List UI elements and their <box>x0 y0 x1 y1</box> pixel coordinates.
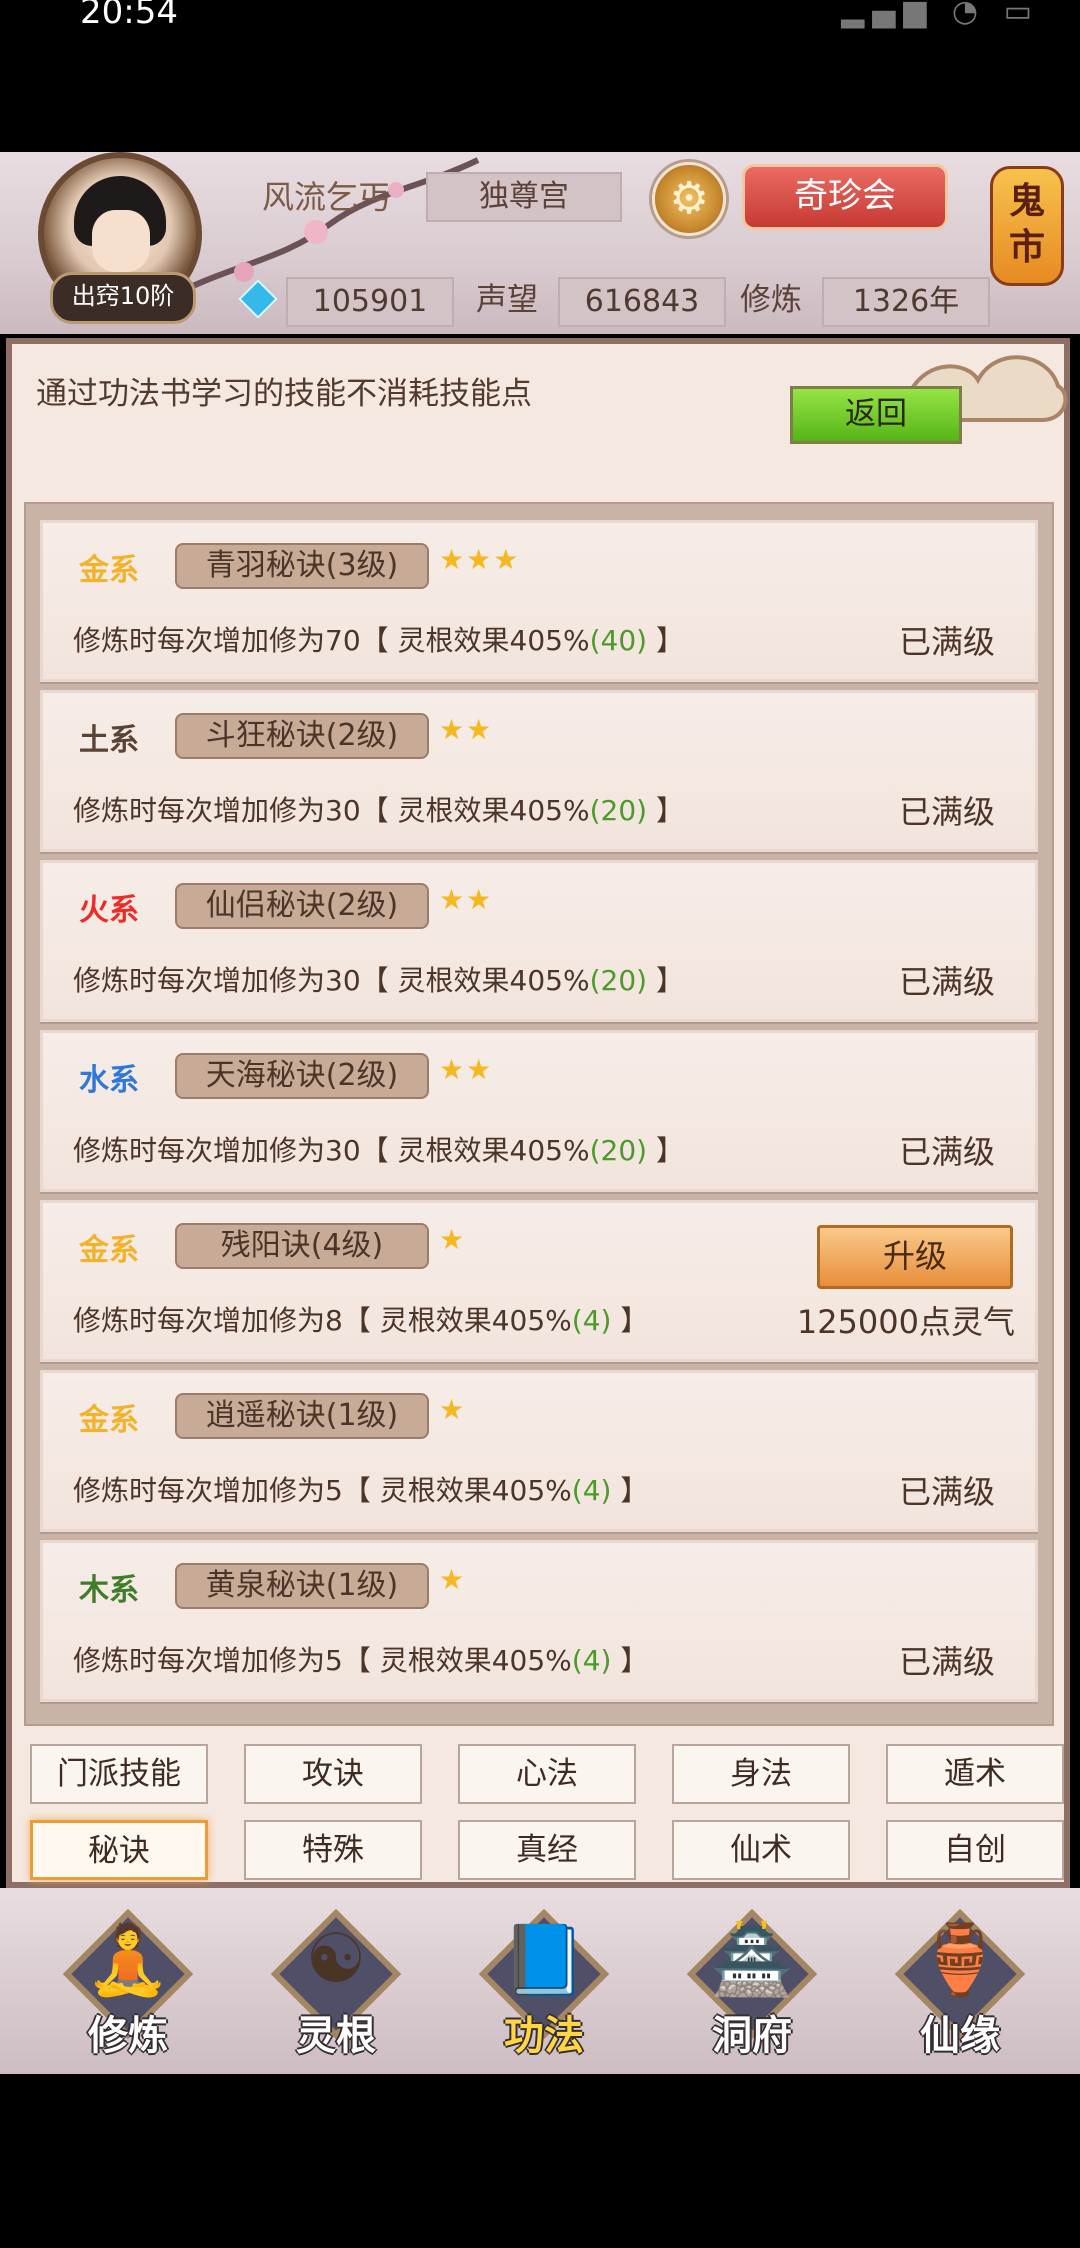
skill-card: 土系 斗狂秘诀(2级) ★★ 修炼时每次增加修为30【 灵根效果405%(20)… <box>40 690 1038 852</box>
book-icon: 📘 <box>501 1921 587 2000</box>
skills-panel: 通过功法书学习的技能不消耗技能点 返回 金系 青羽秘诀(3级) ★★★ 修炼时每… <box>6 338 1070 1888</box>
ghost-market-lantern[interactable]: 鬼市 <box>990 166 1064 286</box>
spirit-root-icon: ☯ <box>305 1920 367 1999</box>
skill-name: 残阳诀(4级) <box>175 1223 429 1269</box>
upgrade-cost: 125000点灵气 <box>796 1303 1015 1341</box>
gourd-icon: 🏺 <box>917 1921 1003 2000</box>
skill-name: 斗狂秘诀(2级) <box>175 713 429 759</box>
bottom-navigation: 🧘 修炼 ☯ 灵根 📘 功法 🏯 洞府 🏺 仙缘 <box>0 1888 1080 2074</box>
player-header: 出窍10阶 风流乞丐 独尊宫 ⚙ 奇珍会 鬼市 105901 声望 616843… <box>0 152 1080 334</box>
status-time: 20:54 <box>80 0 178 32</box>
skill-description: 修炼时每次增加修为30【 灵根效果405%(20) 】 <box>73 794 684 827</box>
spirit-stone-value: 105901 <box>286 277 454 327</box>
element-label: 水系 <box>79 1063 139 1098</box>
max-level-status: 已满级 <box>898 1643 995 1681</box>
cultivation-value: 1326年 <box>822 277 990 327</box>
element-label: 火系 <box>79 893 139 928</box>
tab-escape[interactable]: 遁术 <box>886 1744 1064 1804</box>
element-label: 金系 <box>79 1233 139 1268</box>
upgrade-button[interactable]: 升级 <box>817 1225 1013 1289</box>
max-level-status: 已满级 <box>898 793 995 831</box>
nav-cave-dwelling[interactable]: 🏯 洞府 <box>680 1908 824 2059</box>
max-level-status: 已满级 <box>898 963 995 1001</box>
meditation-icon: 🧘 <box>85 1921 171 2000</box>
skill-description: 修炼时每次增加修为5【 灵根效果405%(4) 】 <box>73 1644 649 1677</box>
skill-description: 修炼时每次增加修为30【 灵根效果405%(20) 】 <box>73 1134 684 1167</box>
skill-card: 金系 青羽秘诀(3级) ★★★ 修炼时每次增加修为70【 灵根效果405%(40… <box>40 520 1038 682</box>
wifi-icon: ◔ <box>951 0 987 29</box>
star-rating: ★ <box>439 1563 467 1596</box>
skill-list: 金系 青羽秘诀(3级) ★★★ 修炼时每次增加修为70【 灵根效果405%(40… <box>24 502 1054 1726</box>
gear-icon[interactable]: ⚙ <box>652 162 726 236</box>
skill-description: 修炼时每次增加修为8【 灵根效果405%(4) 】 <box>73 1304 649 1337</box>
skill-description: 修炼时每次增加修为70【 灵根效果405%(40) 】 <box>73 624 684 657</box>
element-label: 木系 <box>79 1573 139 1608</box>
tab-movement[interactable]: 身法 <box>672 1744 850 1804</box>
nav-immortal-fate[interactable]: 🏺 仙缘 <box>888 1908 1032 2059</box>
skill-name: 黄泉秘诀(1级) <box>175 1563 429 1609</box>
nav-spirit-root[interactable]: ☯ 灵根 <box>264 1908 408 2059</box>
nav-cultivate[interactable]: 🧘 修炼 <box>56 1908 200 2059</box>
element-label: 土系 <box>79 723 139 758</box>
treasure-fair-button[interactable]: 奇珍会 <box>742 164 948 230</box>
panel-tip: 通过功法书学习的技能不消耗技能点 <box>36 376 532 412</box>
signal-icon: ▂▄▆ <box>841 0 935 29</box>
element-label: 金系 <box>79 553 139 588</box>
star-rating: ★★ <box>439 883 494 916</box>
rank-badge: 出窍10阶 <box>50 272 196 324</box>
cultivation-label: 修炼 <box>740 282 802 318</box>
sect-name: 独尊宫 <box>426 172 622 222</box>
max-level-status: 已满级 <box>898 1473 995 1511</box>
tab-special[interactable]: 特殊 <box>244 1820 422 1880</box>
max-level-status: 已满级 <box>898 623 995 661</box>
avatar-face <box>92 210 150 272</box>
prestige-label: 声望 <box>476 282 538 318</box>
skill-card: 水系 天海秘诀(2级) ★★ 修炼时每次增加修为30【 灵根效果405%(20)… <box>40 1030 1038 1192</box>
tab-sect-skills[interactable]: 门派技能 <box>30 1744 208 1804</box>
tab-immortal-art[interactable]: 仙术 <box>672 1820 850 1880</box>
star-rating: ★ <box>439 1393 467 1426</box>
prestige-value: 616843 <box>558 277 726 327</box>
star-rating: ★ <box>439 1223 467 1256</box>
player-name: 风流乞丐 <box>262 178 391 216</box>
skill-card: 金系 残阳诀(4级) ★ 升级 修炼时每次增加修为8【 灵根效果405%(4) … <box>40 1200 1038 1362</box>
pavilion-icon: 🏯 <box>709 1921 795 2000</box>
skill-name: 仙侣秘诀(2级) <box>175 883 429 929</box>
battery-icon: ▭ <box>1003 0 1040 29</box>
element-label: 金系 <box>79 1403 139 1438</box>
tab-true-scripture[interactable]: 真经 <box>458 1820 636 1880</box>
skill-name: 逍遥秘诀(1级) <box>175 1393 429 1439</box>
skill-name: 青羽秘诀(3级) <box>175 543 429 589</box>
skill-description: 修炼时每次增加修为5【 灵根效果405%(4) 】 <box>73 1474 649 1507</box>
tab-secret[interactable]: 秘诀 <box>30 1820 208 1880</box>
nav-label: 洞府 <box>712 2013 792 2059</box>
nav-label: 灵根 <box>296 2013 376 2059</box>
nav-techniques[interactable]: 📘 功法 <box>472 1908 616 2059</box>
skill-card: 火系 仙侣秘诀(2级) ★★ 修炼时每次增加修为30【 灵根效果405%(20)… <box>40 860 1038 1022</box>
nav-label: 功法 <box>504 2013 584 2059</box>
skill-card: 木系 黄泉秘诀(1级) ★ 修炼时每次增加修为5【 灵根效果405%(4) 】 … <box>40 1540 1038 1702</box>
skill-name: 天海秘诀(2级) <box>175 1053 429 1099</box>
tab-self-created[interactable]: 自创 <box>886 1820 1064 1880</box>
nav-label: 修炼 <box>88 2013 168 2059</box>
status-icons: ▂▄▆ ◔ ▭ <box>841 0 1040 29</box>
star-rating: ★★★ <box>439 543 521 576</box>
nav-label: 仙缘 <box>920 2013 1000 2059</box>
star-rating: ★★ <box>439 713 494 746</box>
star-rating: ★★ <box>439 1053 494 1086</box>
max-level-status: 已满级 <box>898 1133 995 1171</box>
tab-mind[interactable]: 心法 <box>458 1744 636 1804</box>
status-bar: 20:54 ▂▄▆ ◔ ▭ <box>0 0 1080 40</box>
skill-description: 修炼时每次增加修为30【 灵根效果405%(20) 】 <box>73 964 684 997</box>
tab-attack[interactable]: 攻诀 <box>244 1744 422 1804</box>
skill-card: 金系 逍遥秘诀(1级) ★ 修炼时每次增加修为5【 灵根效果405%(4) 】 … <box>40 1370 1038 1532</box>
back-button[interactable]: 返回 <box>790 386 962 444</box>
